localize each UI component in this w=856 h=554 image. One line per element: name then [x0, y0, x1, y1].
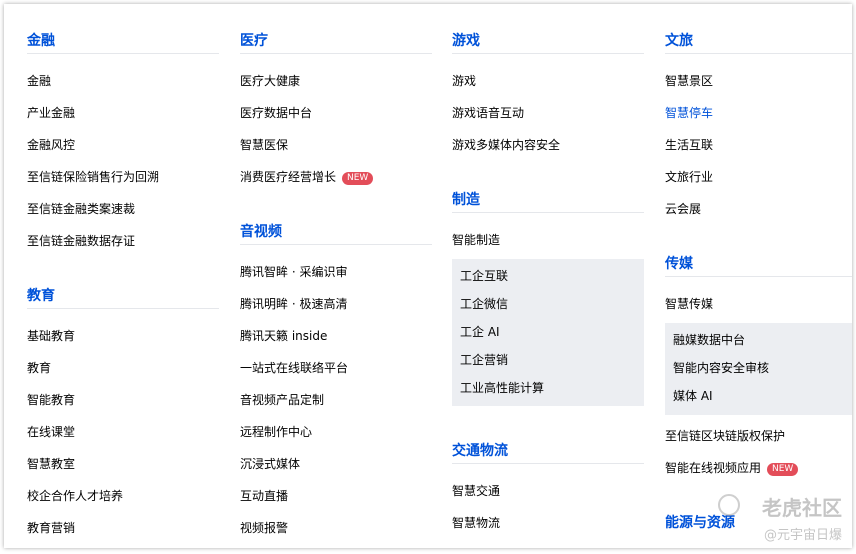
menu-item-active[interactable]: 智慧停车 [665, 104, 713, 122]
section-title-medical[interactable]: 医疗 [240, 30, 432, 54]
submenu-item[interactable]: 融媒数据中台 [673, 331, 745, 349]
menu-item[interactable]: 智能在线视频应用 NEW [665, 459, 799, 477]
submenu-item[interactable]: 工企 AI [460, 323, 500, 341]
menu-item[interactable]: 音视频产品定制 [240, 391, 324, 409]
menu-item[interactable]: 腾讯智眸 · 采编识审 [240, 263, 347, 281]
menu-item[interactable]: 至信链金融类案速裁 [27, 200, 135, 218]
menu-item[interactable]: 腾讯天籁 inside [240, 327, 327, 345]
menu-item[interactable]: 金融 [27, 72, 51, 90]
menu-item[interactable]: 腾讯明眸 · 极速高清 [240, 295, 347, 313]
menu-item[interactable]: 视频报警 [240, 519, 288, 537]
submenu-item[interactable]: 工企互联 [460, 267, 508, 285]
menu-item[interactable]: 基础教育 [27, 327, 75, 345]
menu-item[interactable]: 教育营销 [27, 519, 75, 537]
menu-item-label: 智能在线视频应用 [665, 461, 762, 475]
submenu-box: 工企互联 工企微信 工企 AI 工企营销 工业高性能计算 [452, 259, 644, 406]
section-title-manufacturing[interactable]: 制造 [452, 189, 644, 213]
menu-item[interactable]: 校企合作人才培养 [27, 487, 123, 505]
menu-item[interactable]: 产业金融 [27, 104, 75, 122]
menu-item[interactable]: 一站式在线联络平台 [240, 359, 348, 377]
menu-item[interactable]: 智慧物流 [452, 514, 500, 532]
menu-item[interactable]: 互动直播 [240, 487, 288, 505]
menu-item[interactable]: 智慧景区 [665, 72, 713, 90]
menu-item[interactable]: 智慧传媒 [665, 295, 713, 313]
submenu-item[interactable]: 工业高性能计算 [460, 379, 544, 397]
menu-item[interactable]: 在线课堂 [27, 423, 75, 441]
menu-item[interactable]: 文旅行业 [665, 168, 713, 186]
menu-item[interactable]: 至信链金融数据存证 [27, 232, 135, 250]
submenu-item[interactable]: 智能内容安全审核 [673, 359, 769, 377]
new-badge: NEW [342, 172, 374, 185]
menu-item[interactable]: 医疗大健康 [240, 72, 300, 90]
menu-item[interactable]: 沉浸式媒体 [240, 455, 300, 473]
submenu-item[interactable]: 工企微信 [460, 295, 508, 313]
menu-item[interactable]: 游戏多媒体内容安全 [452, 136, 560, 154]
submenu-box: 融媒数据中台 智能内容安全审核 媒体 AI [665, 323, 852, 415]
menu-item[interactable]: 生活互联 [665, 136, 713, 154]
menu-item[interactable]: 金融风控 [27, 136, 75, 154]
watermark-logo-icon [718, 494, 740, 516]
submenu-item[interactable]: 媒体 AI [673, 387, 713, 405]
menu-item[interactable]: 远程制作中心 [240, 423, 312, 441]
menu-item[interactable]: 智慧交通 [452, 482, 500, 500]
section-title-culture-tourism[interactable]: 文旅 [665, 30, 852, 54]
menu-item-label: 消费医疗经营增长 [240, 170, 337, 184]
menu-item[interactable]: 消费医疗经营增长 NEW [240, 168, 374, 186]
menu-item[interactable]: 游戏 [452, 72, 476, 90]
watermark-handle: @元宇宙日爆 [763, 528, 842, 543]
section-title-media[interactable]: 传媒 [665, 253, 852, 277]
menu-item[interactable]: 智能制造 [452, 231, 500, 249]
menu-item[interactable]: 教育 [27, 359, 51, 377]
menu-item[interactable]: 智慧教室 [27, 455, 75, 473]
menu-item[interactable]: 智慧医保 [240, 136, 288, 154]
section-title-finance[interactable]: 金融 [27, 30, 219, 54]
section-title-transport-logistics[interactable]: 交通物流 [452, 440, 644, 464]
menu-item[interactable]: 至信链区块链版权保护 [665, 427, 785, 445]
menu-item[interactable]: 智能教育 [27, 391, 75, 409]
menu-item[interactable]: 医疗数据中台 [240, 104, 312, 122]
submenu-item[interactable]: 工企营销 [460, 351, 508, 369]
solutions-menu-panel: 金融 金融 产业金融 金融风控 至信链保险销售行为回溯 至信链金融类案速裁 至信… [4, 4, 852, 548]
menu-item[interactable]: 云会展 [665, 200, 701, 218]
new-badge: NEW [767, 463, 799, 476]
section-title-audio-video[interactable]: 音视频 [240, 221, 432, 245]
menu-item[interactable]: 游戏语音互动 [452, 104, 524, 122]
section-title-games[interactable]: 游戏 [452, 30, 644, 54]
watermark-text: 老虎社区 [762, 496, 842, 520]
menu-item[interactable]: 至信链保险销售行为回溯 [27, 168, 159, 186]
section-title-education[interactable]: 教育 [27, 285, 219, 309]
